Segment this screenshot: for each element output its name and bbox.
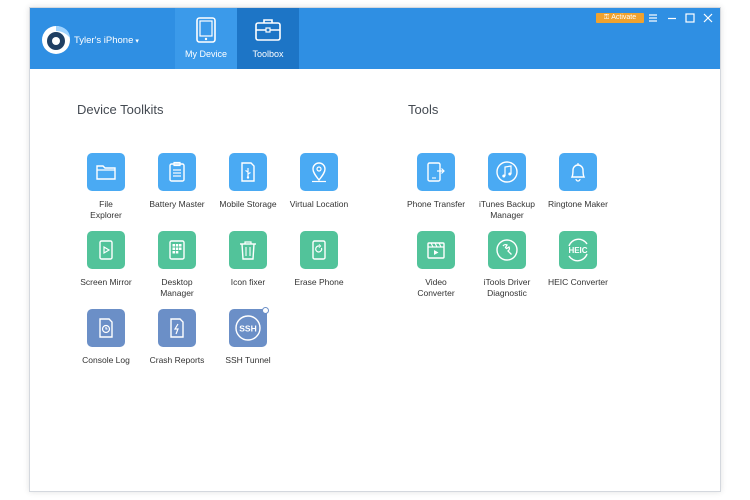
key-icon: ⚿ (603, 14, 610, 21)
tool-icon-box (158, 153, 196, 191)
status-dot (262, 307, 269, 314)
clock-document-icon (99, 318, 113, 338)
tool-mobile-storage[interactable]: Mobile Storage (212, 153, 284, 210)
activate-button[interactable]: ⚿ Activate (596, 13, 644, 23)
heic-icon: HEIC (568, 238, 588, 262)
usb-icon (241, 162, 255, 182)
tool-icon-box (300, 231, 338, 269)
tool-icon-box (87, 231, 125, 269)
tool-label: Desktop Manager (160, 277, 194, 298)
maximize-icon[interactable] (683, 11, 697, 25)
tool-icon-box (417, 231, 455, 269)
tool-phone-transfer[interactable]: Phone Transfer (400, 153, 472, 210)
tool-erase-phone[interactable]: Erase Phone (283, 231, 355, 288)
tool-desktop-manager[interactable]: Desktop Manager (141, 231, 213, 299)
tool-ssh-tunnel[interactable]: SSH SSH Tunnel (212, 307, 284, 366)
tool-icon-box (158, 309, 196, 347)
tool-label: iTunes Backup Manager (479, 199, 535, 220)
tool-itunes-backup-manager[interactable]: iTunes Backup Manager (471, 153, 543, 221)
tool-label: SSH Tunnel (225, 355, 271, 365)
device-toolkits-heading: Device Toolkits (77, 102, 164, 117)
tool-icon-box (229, 153, 267, 191)
tool-label: iTools Driver Diagnostic (483, 277, 531, 298)
minimize-icon[interactable] (665, 11, 679, 25)
heic-badge-text: HEIC (568, 246, 587, 255)
tool-battery-master[interactable]: Battery Master (141, 153, 213, 210)
tool-label: HEIC Converter (548, 277, 608, 287)
tool-label: Mobile Storage (219, 199, 277, 209)
tool-heic-converter[interactable]: HEIC HEIC Converter (542, 231, 614, 288)
tab-my-device[interactable]: My Device (175, 8, 237, 69)
title-bar: Tyler's iPhone ▾ My Device Toolbox ⚿ Activ… (30, 8, 720, 69)
tab-toolbox[interactable]: Toolbox (237, 8, 299, 69)
wrench-icon (496, 239, 518, 261)
tool-icon-box (488, 231, 526, 269)
tool-label: Virtual Location (289, 199, 349, 209)
tool-icon-box (417, 153, 455, 191)
play-screen-icon (99, 240, 113, 260)
location-pin-icon (312, 162, 326, 183)
trash-icon (240, 241, 256, 260)
erase-phone-icon (312, 240, 326, 260)
grid-icon (169, 240, 185, 260)
tool-icon-box (229, 231, 267, 269)
tool-label: Video Converter (417, 277, 455, 298)
tool-label: File Explorer (90, 199, 122, 220)
folder-icon (96, 165, 116, 180)
tool-icon-box: HEIC (559, 231, 597, 269)
video-icon (427, 242, 445, 259)
tool-crash-reports[interactable]: Crash Reports (141, 309, 213, 366)
tab-toolbox-label: Toolbox (252, 49, 284, 59)
tool-label: Phone Transfer (406, 199, 466, 209)
tool-label: Crash Reports (149, 355, 205, 365)
tool-icon-box (488, 153, 526, 191)
tool-virtual-location[interactable]: Virtual Location (283, 153, 355, 210)
phone-transfer-icon (427, 162, 445, 182)
tablet-icon (196, 17, 216, 43)
tool-icon-box (158, 231, 196, 269)
tool-label: Icon fixer (230, 277, 266, 287)
tool-icon-box (559, 153, 597, 191)
tool-label: Ringtone Maker (547, 199, 608, 209)
close-icon[interactable] (701, 11, 715, 25)
tool-label: Erase Phone (294, 277, 344, 287)
device-name-label: Tyler's iPhone (74, 35, 134, 46)
tool-screen-mirror[interactable]: Screen Mirror (70, 231, 142, 288)
tool-label: Battery Master (149, 199, 205, 209)
tool-icon-box: SSH (229, 307, 269, 347)
tool-console-log[interactable]: Console Log (70, 309, 142, 366)
clipboard-icon (169, 161, 185, 182)
tool-icon-box (300, 153, 338, 191)
device-selector[interactable]: Tyler's iPhone ▾ (74, 35, 139, 46)
lightning-document-icon (170, 318, 184, 338)
activate-label: Activate (611, 14, 637, 21)
tool-ringtone-maker[interactable]: Ringtone Maker (542, 153, 614, 210)
tools-heading: Tools (408, 102, 439, 117)
app-window: Tyler's iPhone ▾ My Device Toolbox ⚿ Activ… (29, 7, 721, 492)
tool-label: Console Log (82, 355, 130, 365)
tool-label: Screen Mirror (80, 277, 132, 287)
tool-itools-driver-diagnostic[interactable]: iTools Driver Diagnostic (471, 231, 543, 299)
toolbox-icon (255, 19, 281, 41)
itools-logo (42, 26, 70, 54)
tool-video-converter[interactable]: Video Converter (400, 231, 472, 299)
tab-my-device-label: My Device (184, 49, 227, 59)
ssh-badge-text: SSH (239, 324, 256, 334)
tool-icon-fixer[interactable]: Icon fixer (212, 231, 284, 288)
music-icon (496, 161, 518, 183)
tool-icon-box (87, 309, 125, 347)
menu-icon[interactable] (646, 11, 660, 25)
chevron-down-icon: ▾ (135, 38, 139, 45)
tool-icon-box (87, 153, 125, 191)
tool-file-explorer[interactable]: File Explorer (70, 153, 142, 221)
bell-icon (570, 163, 586, 182)
ssh-icon: SSH (235, 315, 261, 341)
